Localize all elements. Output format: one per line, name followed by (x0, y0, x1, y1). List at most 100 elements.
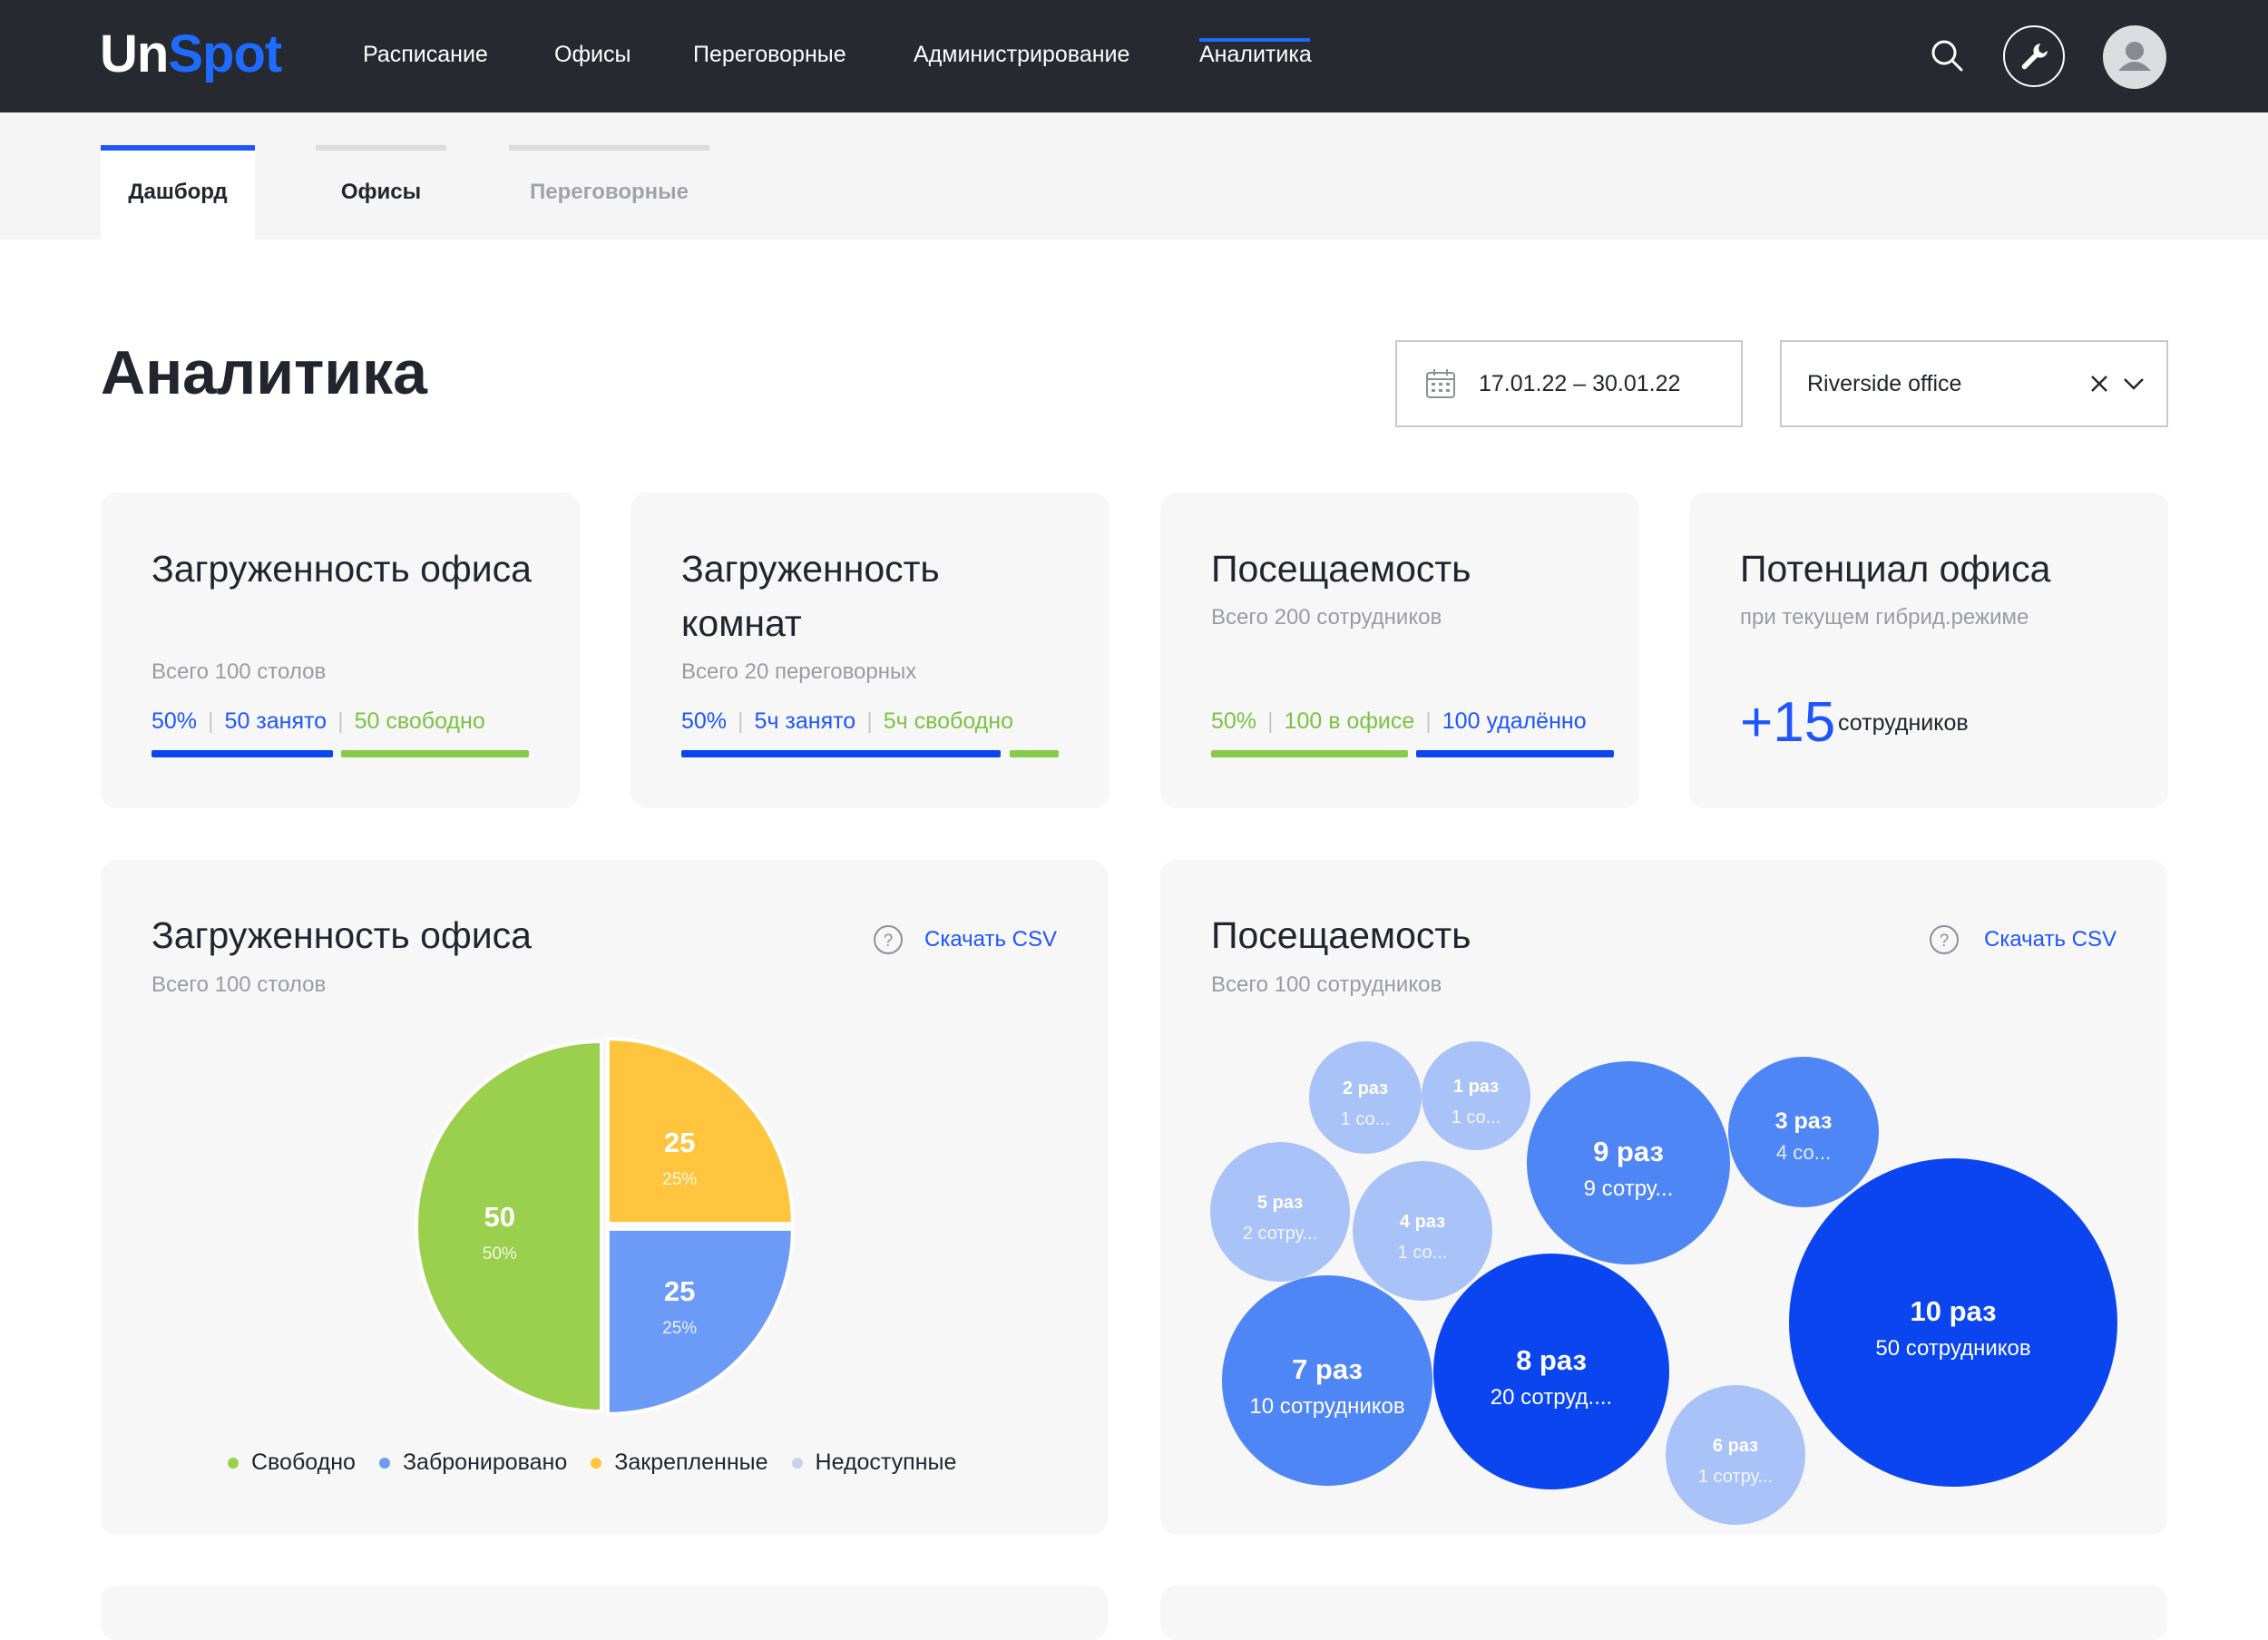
legend-item-assigned[interactable]: Закрепленные (591, 1450, 768, 1476)
pie-slice-percent: 25% (662, 1319, 697, 1338)
tab-dashboard[interactable]: Дашборд (101, 145, 255, 239)
bubble-sublabel: 2 сотру... (1243, 1224, 1317, 1244)
logo-un: Un (100, 24, 169, 83)
bubble-sublabel: 50 сотрудников (1875, 1336, 2030, 1361)
bubble-label: 2 раз (1343, 1079, 1388, 1098)
bubble-sublabel: 1 со... (1398, 1243, 1448, 1263)
legend-label: Закрепленные (614, 1450, 768, 1475)
logo-spot: Spot (168, 24, 282, 83)
bubble-label: 4 раз (1400, 1212, 1445, 1232)
kpi-title: Загруженность комнат (681, 548, 940, 644)
chart-card-office-load: Загруженность офиса Всего 100 столов ? С… (101, 860, 1108, 1535)
kpi-occupied: 50 занято (224, 708, 327, 734)
chart-card-next-left (101, 1586, 1108, 1640)
bubble-sublabel: 1 со... (1341, 1109, 1391, 1129)
nav-item-offices[interactable]: Офисы (554, 42, 631, 68)
progress-free (341, 750, 529, 757)
date-range-picker[interactable]: 17.01.22 – 30.01.22 (1395, 340, 1743, 427)
clear-icon[interactable] (2088, 371, 2110, 396)
bubble-sublabel: 9 сотру... (1584, 1176, 1674, 1201)
pie-slice-value: 50 (484, 1201, 515, 1233)
potential-unit: сотрудников (1838, 710, 1969, 736)
legend-dot (791, 1457, 803, 1469)
nav-item-analytics[interactable]: Аналитика (1199, 42, 1312, 68)
kpi-subtitle: при текущем гибрид.режиме (1740, 605, 2029, 630)
date-range-value: 17.01.22 – 30.01.22 (1479, 370, 1681, 396)
top-navbar: UnSpot Расписание Офисы Переговорные Адм… (0, 0, 2268, 112)
bubble-chart: 10 раз 50 сотрудников 8 раз 20 сотруд.... 7 … (1210, 1041, 2117, 1525)
kpi-occupied: 5ч занято (754, 708, 856, 734)
legend-dot (378, 1457, 390, 1469)
chevron-down-icon[interactable] (2121, 373, 2146, 395)
pie-slice-percent: 50% (483, 1245, 517, 1264)
user-icon (2118, 42, 2151, 71)
wrench-icon (2021, 44, 2048, 70)
bubble-label: 10 раз (1910, 1295, 1996, 1327)
page-title: Аналитика (101, 338, 427, 407)
bubble-label: 3 раз (1775, 1108, 1833, 1134)
pie-chart: 25 25% 25 25% 50 50% (415, 1037, 795, 1416)
kpi-subtitle: Всего 20 переговорных (681, 659, 917, 684)
bubble-sublabel: 20 сотруд.... (1491, 1385, 1612, 1410)
bubble-label: 7 раз (1292, 1353, 1363, 1385)
pie-slice[interactable] (605, 1226, 795, 1416)
kpi-stats: 50% | 50 занято | 50 свободно (152, 708, 485, 734)
legend-label: Недоступные (815, 1450, 957, 1475)
office-select-value: Riverside office (1807, 370, 1962, 396)
progress-remote (1416, 750, 1614, 757)
calendar-icon (1426, 369, 1455, 398)
kpi-card-attendance: Посещаемость Всего 200 сотрудников 50% | 1… (1160, 493, 1639, 808)
nav-item-meeting-rooms[interactable]: Переговорные (693, 42, 846, 68)
chart-card-next-right (1160, 1586, 2167, 1640)
kpi-title: Загруженность офиса (152, 548, 532, 590)
settings-button[interactable] (2003, 25, 2065, 87)
potential-value: +15 (1740, 691, 1836, 754)
progress-occupied (152, 750, 333, 757)
progress-in-office (1211, 750, 1408, 757)
legend-dot (591, 1457, 602, 1469)
bubble-sublabel: 4 со... (1776, 1141, 1831, 1164)
kpi-remote: 100 удалённо (1442, 708, 1587, 734)
kpi-subtitle: Всего 100 столов (152, 659, 327, 684)
legend-label: Свободно (251, 1450, 356, 1475)
user-avatar[interactable] (2103, 25, 2166, 89)
tab-offices[interactable]: Офисы (316, 145, 446, 239)
legend-item-booked[interactable]: Забронировано (378, 1450, 568, 1476)
kpi-card-rooms-load: Загруженность комнат Всего 20 переговорн… (631, 493, 1110, 808)
progress-free (1010, 750, 1059, 757)
bubble-sublabel: 1 со... (1452, 1108, 1501, 1128)
chart-legend: Свободно Забронировано Закрепленные Недо… (228, 1450, 980, 1476)
kpi-free: 50 свободно (354, 708, 485, 734)
kpi-free: 5ч свободно (883, 708, 1013, 734)
nav-item-schedule[interactable]: Расписание (363, 42, 488, 68)
legend-label: Забронировано (402, 1450, 568, 1475)
search-icon[interactable] (1929, 37, 1965, 73)
pie-slice-percent: 25% (662, 1170, 697, 1189)
kpi-title: Потенциал офиса (1740, 548, 2051, 590)
progress-occupied (681, 750, 1001, 757)
pie-slice-value: 25 (664, 1127, 695, 1158)
kpi-percent: 50% (681, 708, 728, 734)
legend-item-free[interactable]: Свободно (228, 1450, 356, 1476)
subtab-bar: Дашборд Офисы Переговорные (0, 112, 2268, 239)
kpi-stats: 50% | 5ч занято | 5ч свободно (681, 708, 1013, 734)
chart-card-attendance: Посещаемость Всего 100 сотрудников ? Ска… (1160, 860, 2167, 1535)
legend-dot (228, 1457, 239, 1469)
kpi-percent: 50% (152, 708, 198, 734)
pie-slice[interactable] (605, 1037, 795, 1226)
tab-meeting-rooms[interactable]: Переговорные (509, 145, 709, 239)
kpi-card-office-potential: Потенциал офиса при текущем гибрид.режим… (1689, 493, 2168, 808)
nav-item-administration[interactable]: Администрирование (914, 42, 1129, 68)
kpi-card-office-load: Загруженность офиса Всего 100 столов 50%… (101, 493, 580, 808)
office-select[interactable]: Riverside office (1780, 340, 2168, 427)
bubble-label: 1 раз (1453, 1077, 1499, 1097)
pie-slice-value: 25 (664, 1275, 695, 1307)
kpi-subtitle: Всего 200 сотрудников (1211, 605, 1442, 630)
bubble-label: 6 раз (1713, 1436, 1758, 1456)
legend-item-unavailable[interactable]: Недоступные (791, 1450, 957, 1476)
unspot-logo[interactable]: UnSpot (100, 24, 282, 84)
kpi-stats: 50% | 100 в офисе | 100 удалённо (1211, 708, 1587, 734)
kpi-title: Посещаемость (1211, 548, 1471, 590)
bubble-sublabel: 10 сотрудников (1249, 1394, 1404, 1419)
bubble-label: 5 раз (1257, 1193, 1303, 1213)
